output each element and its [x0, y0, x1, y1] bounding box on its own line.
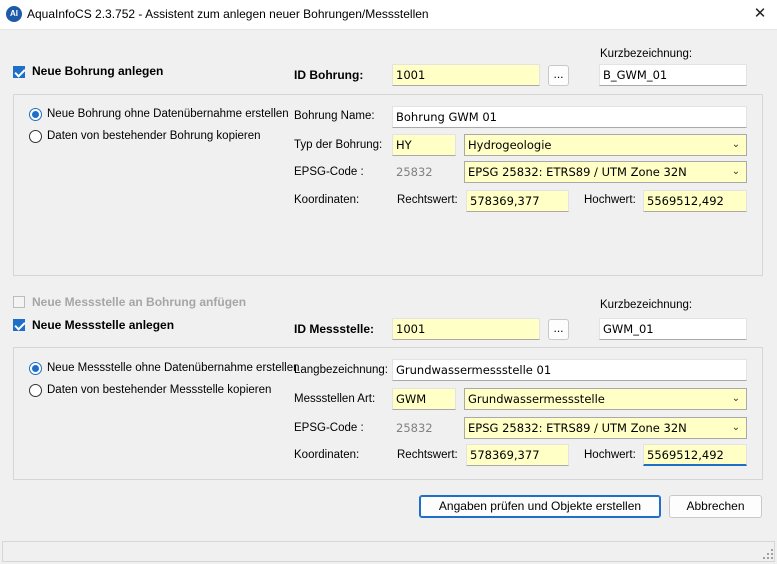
- window-title: AquaInfoCS 2.3.752 - Assistent zum anleg…: [27, 7, 429, 21]
- kurz-messstelle-input[interactable]: GWM_01: [599, 318, 747, 340]
- chevron-down-icon: ⌄: [731, 393, 741, 404]
- koord-bohrung-label: Koordinaten:: [294, 194, 360, 206]
- new-bohrung-label: Neue Bohrung anlegen: [32, 64, 164, 78]
- radio-messstelle-new-label: Neue Messstelle ohne Datenübernahme erst…: [47, 362, 300, 374]
- kurz-bohrung-input[interactable]: B_GWM_01: [599, 64, 747, 86]
- epsg-messstelle-selected: EPSG 25832: ETRS89 / UTM Zone 32N: [468, 421, 687, 435]
- radio-messstelle-copy[interactable]: [29, 384, 42, 397]
- chevron-down-icon: ⌄: [731, 166, 741, 177]
- new-bohrung-checkbox[interactable]: [13, 66, 25, 78]
- epsg-messstelle-label: EPSG-Code :: [294, 422, 364, 434]
- lang-messstelle-label: Langbezeichnung:: [294, 364, 388, 376]
- radio-bohrung-copy[interactable]: [29, 130, 42, 143]
- hoch-messstelle-input[interactable]: 5569512,492: [643, 444, 747, 466]
- kurz-bohrung-label: Kurzbezeichnung:: [600, 48, 693, 60]
- epsg-messstelle-code: 25832: [392, 417, 456, 439]
- hoch-messstelle-label: Hochwert:: [584, 449, 636, 461]
- kurz-messstelle-label: Kurzbezeichnung:: [600, 299, 693, 311]
- status-bar: [2, 541, 775, 562]
- close-icon[interactable]: ✕: [748, 3, 772, 25]
- radio-bohrung-new[interactable]: [29, 108, 42, 121]
- rechts-messstelle-label: Rechtswert:: [397, 449, 458, 461]
- chevron-down-icon: ⌄: [731, 422, 741, 433]
- hoch-bohrung-input[interactable]: 5569512,492: [643, 190, 747, 212]
- radio-bohrung-copy-label: Daten von bestehender Bohrung kopieren: [47, 130, 261, 142]
- app-logo-icon: AI: [6, 6, 22, 22]
- rechts-bohrung-label: Rechtswert:: [397, 194, 458, 206]
- rechts-messstelle-input[interactable]: 578369,377: [466, 444, 569, 466]
- hoch-bohrung-label: Hochwert:: [584, 194, 636, 206]
- id-messstelle-input[interactable]: 1001: [392, 318, 540, 340]
- art-messstelle-label: Messstellen Art:: [294, 393, 376, 405]
- typ-bohrung-label: Typ der Bohrung:: [294, 139, 383, 151]
- typ-bohrung-dropdown[interactable]: Hydrogeologie ⌄: [464, 134, 747, 156]
- id-bohrung-input[interactable]: 1001: [392, 64, 540, 86]
- browse-bohrung-button[interactable]: ...: [548, 65, 569, 86]
- koord-messstelle-label: Koordinaten:: [294, 449, 360, 461]
- radio-bohrung-new-label: Neue Bohrung ohne Datenübernahme erstell…: [47, 108, 289, 120]
- art-messstelle-code-input[interactable]: GWM: [392, 388, 456, 410]
- id-bohrung-label: ID Bohrung:: [294, 68, 364, 82]
- browse-messstelle-button[interactable]: ...: [548, 319, 569, 340]
- epsg-bohrung-dropdown[interactable]: EPSG 25832: ETRS89 / UTM Zone 32N ⌄: [464, 161, 747, 183]
- new-messstelle-label: Neue Messstelle anlegen: [32, 318, 175, 332]
- typ-bohrung-code-input[interactable]: HY: [392, 134, 456, 156]
- rechts-bohrung-input[interactable]: 578369,377: [466, 190, 569, 212]
- id-messstelle-label: ID Messstelle:: [294, 322, 375, 336]
- art-messstelle-dropdown[interactable]: Grundwassermessstelle ⌄: [464, 388, 747, 410]
- epsg-bohrung-label: EPSG-Code :: [294, 166, 364, 178]
- resize-grip-icon[interactable]: [762, 548, 774, 560]
- epsg-messstelle-dropdown[interactable]: EPSG 25832: ETRS89 / UTM Zone 32N ⌄: [464, 417, 747, 439]
- attach-messstelle-checkbox[interactable]: [13, 296, 25, 308]
- chevron-down-icon: ⌄: [731, 139, 741, 150]
- attach-messstelle-label: Neue Messstelle an Bohrung anfügen: [32, 295, 247, 309]
- title-bar: AI AquaInfoCS 2.3.752 - Assistent zum an…: [0, 0, 777, 30]
- submit-create-button[interactable]: Angaben prüfen und Objekte erstellen: [419, 495, 661, 518]
- epsg-bohrung-selected: EPSG 25832: ETRS89 / UTM Zone 32N: [468, 165, 687, 179]
- new-messstelle-checkbox[interactable]: [13, 319, 25, 331]
- bohrung-name-label: Bohrung Name:: [294, 110, 375, 122]
- epsg-bohrung-code: 25832: [392, 161, 456, 183]
- lang-messstelle-input[interactable]: Grundwassermessstelle 01: [392, 359, 747, 381]
- typ-bohrung-selected: Hydrogeologie: [468, 138, 552, 152]
- cancel-button[interactable]: Abbrechen: [669, 495, 762, 518]
- art-messstelle-selected: Grundwassermessstelle: [468, 392, 605, 406]
- bohrung-name-input[interactable]: Bohrung GWM 01: [392, 106, 747, 128]
- radio-messstelle-new[interactable]: [29, 362, 42, 375]
- radio-messstelle-copy-label: Daten von bestehender Messstelle kopiere…: [47, 384, 272, 396]
